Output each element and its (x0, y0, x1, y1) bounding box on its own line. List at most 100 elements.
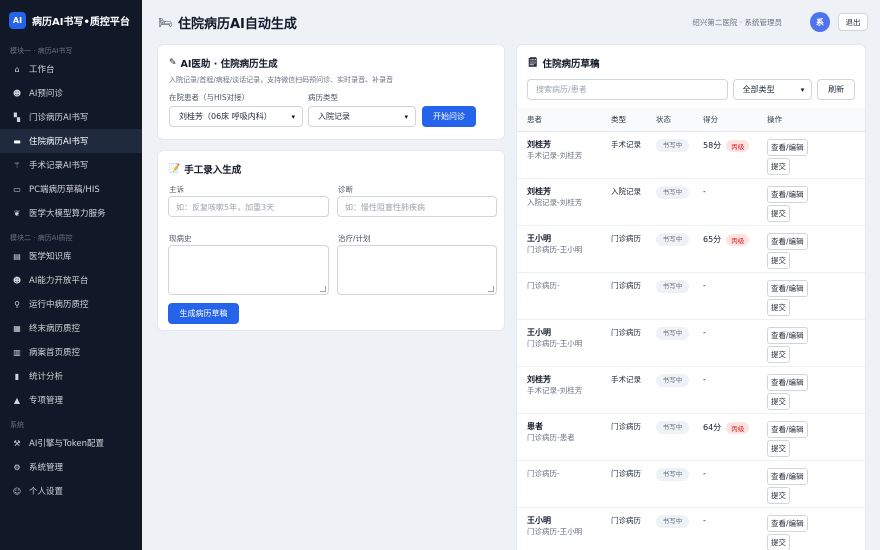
score-cell: - (703, 515, 767, 550)
score-cell: 64分 丙级 (703, 421, 767, 460)
sidebar-item[interactable]: ▥ 病案首页质控 (0, 340, 142, 364)
drafts-search-input[interactable]: 搜索病历/患者 (527, 79, 728, 100)
avatar[interactable]: 系 (810, 12, 830, 32)
robot-icon: ☻ (12, 88, 22, 98)
submit-button[interactable]: 提交 (767, 346, 790, 363)
sidebar-item[interactable]: ⚙ 系统管理 (0, 455, 142, 479)
type-cell: 门诊病历 (611, 328, 641, 337)
sidebar-item-label: 运行中病历质控 (29, 300, 89, 310)
submit-button[interactable]: 提交 (767, 252, 790, 269)
submit-button[interactable]: 提交 (767, 299, 790, 316)
sidebar-item-label: AI预问诊 (29, 89, 63, 99)
status-cell: 书写中 (656, 421, 703, 460)
record-name: 门诊病历- (527, 469, 560, 478)
logout-button[interactable]: 退出 (838, 13, 868, 31)
status-badge: 书写中 (656, 468, 689, 481)
patient-name: 刘桂芳 (527, 375, 551, 384)
type-filter-select[interactable]: 全部类型 ▾ (732, 79, 813, 100)
resize-handle-icon[interactable] (320, 286, 326, 292)
sidebar-item[interactable]: ☺ 个人设置 (0, 479, 142, 503)
topbar: 🛏 住院病历AI自动生成 绍兴第二医院 · 系统管理员 系 退出 (142, 0, 880, 44)
sidebar-item-label: 终末病历质控 (29, 324, 81, 334)
sidebar-item-label: 统计分析 (29, 372, 64, 382)
submit-button[interactable]: 提交 (767, 440, 790, 457)
status-badge: 书写中 (656, 374, 689, 387)
present-history-label: 现病史 (169, 234, 192, 243)
view-edit-button[interactable]: 查看/编辑 (767, 186, 808, 203)
record-type-select[interactable]: 入院记录 ▾ (308, 106, 416, 127)
sidebar-item[interactable]: ▚ 门诊病历AI书写 (0, 105, 142, 129)
sidebar-item[interactable]: ☻ AI预问诊 (0, 81, 142, 105)
actions-cell: 查看/编辑提交 (767, 280, 855, 319)
view-edit-button[interactable]: 查看/编辑 (767, 421, 808, 438)
refresh-button[interactable]: 刷新 (817, 79, 855, 100)
status-cell: 书写中 (656, 515, 703, 550)
sidebar-item[interactable]: ⌂ 工作台 (0, 57, 142, 81)
brain-icon: ❦ (13, 208, 21, 218)
grade-badge: 丙级 (726, 234, 750, 246)
record-type-select-value: 入院记录 (318, 112, 350, 121)
sidebar-item-label: 门诊病历AI书写 (29, 113, 89, 123)
manual-card-title: 手工录入生成 (184, 165, 242, 176)
patient-cell: 刘桂芳 入院记录-刘桂芳 (527, 186, 611, 225)
diagnosis-input[interactable]: 如：慢性阻塞性肺疾病 (337, 196, 497, 217)
submit-button[interactable]: 提交 (767, 393, 790, 410)
generate-draft-button[interactable]: 生成病历草稿 (168, 303, 239, 324)
stethoscope-icon: ✎ (169, 58, 177, 68)
sidebar-item-label: AI引擎与Token配置 (29, 439, 105, 449)
magnifier-icon: ⚲ (14, 299, 20, 309)
sidebar-item[interactable]: ▬ 住院病历AI书写 (0, 129, 142, 153)
sidebar-item[interactable]: ▭ PC端病历草稿/HIS (0, 177, 142, 201)
view-edit-button[interactable]: 查看/编辑 (767, 327, 808, 344)
resize-handle-icon[interactable] (488, 286, 494, 292)
submit-button[interactable]: 提交 (767, 205, 790, 222)
record-name: 门诊病历-王小明 (527, 527, 583, 536)
status-badge: 书写中 (656, 186, 689, 199)
sidebar-item[interactable]: ▦ 终末病历质控 (0, 316, 142, 340)
view-edit-button[interactable]: 查看/编辑 (767, 280, 808, 297)
sidebar-item[interactable]: ▲ 专项管理 (0, 388, 142, 412)
type-cell: 手术记录 (611, 375, 641, 384)
table-row: 刘桂芳 手术记录-刘桂芳 手术记录 书写中 58分 丙级 查看/编辑 提交 (517, 132, 865, 179)
view-edit-button[interactable]: 查看/编辑 (767, 468, 808, 485)
score-value: 64分 (703, 423, 722, 432)
status-cell: 书写中 (656, 374, 703, 413)
submit-button[interactable]: 提交 (767, 158, 790, 175)
view-edit-button[interactable]: 查看/编辑 (767, 374, 808, 391)
actions-cell: 查看/编辑提交 (767, 374, 855, 413)
view-edit-button[interactable]: 查看/编辑 (767, 139, 808, 156)
patient-name: 王小明 (527, 516, 551, 525)
chevron-down-icon: ▾ (800, 85, 805, 94)
patient-cell: 门诊病历- (527, 468, 611, 507)
table-row: 王小明门诊病历-王小明 门诊病历 书写中 - 查看/编辑提交 (517, 508, 865, 550)
treatment-plan-textarea[interactable] (337, 245, 497, 295)
clipboard-icon: ▦ (13, 323, 21, 333)
status-cell: 书写中 (656, 327, 703, 366)
sidebar-item[interactable]: ▮ 统计分析 (0, 364, 142, 388)
submit-button[interactable]: 提交 (767, 534, 790, 550)
type-cell: 门诊病历 (611, 516, 641, 525)
sidebar-item-label: 医学大模型算力服务 (29, 209, 106, 219)
submit-button[interactable]: 提交 (767, 487, 790, 504)
sidebar-item[interactable]: ▤ 医学知识库 (0, 244, 142, 268)
actions-cell: 查看/编辑提交 (767, 186, 855, 225)
record-name: 入院记录-刘桂芳 (527, 198, 583, 207)
bed-icon: ▬ (13, 136, 21, 146)
sidebar-item[interactable]: ⚒ AI引擎与Token配置 (0, 431, 142, 455)
sidebar-item[interactable]: ❦ 医学大模型算力服务 (0, 201, 142, 225)
present-history-textarea[interactable] (168, 245, 329, 295)
view-edit-button[interactable]: 查看/编辑 (767, 233, 808, 250)
sidebar-item[interactable]: ☻ AI能力开放平台 (0, 268, 142, 292)
brand[interactable]: AI 病历AI书写•质控平台 (0, 0, 142, 40)
patient-select[interactable]: 刘桂芳（06床 呼吸内科） ▾ (169, 106, 303, 127)
patient-name: 患者 (527, 422, 543, 431)
view-edit-button[interactable]: 查看/编辑 (767, 515, 808, 532)
chief-complaint-input[interactable]: 如：反复咳嗽5年，加重3天 (168, 196, 329, 217)
status-badge: 书写中 (656, 421, 689, 434)
sidebar-item[interactable]: ⚲ 运行中病历质控 (0, 292, 142, 316)
sidebar-item[interactable]: ⚚ 手术记录AI书写 (0, 153, 142, 177)
gear-icon: ⚙ (13, 462, 21, 472)
brand-name: 病历AI书写•质控平台 (32, 16, 130, 28)
status-badge: 书写中 (656, 280, 689, 293)
start-consultation-button[interactable]: 开始问诊 (422, 106, 476, 127)
